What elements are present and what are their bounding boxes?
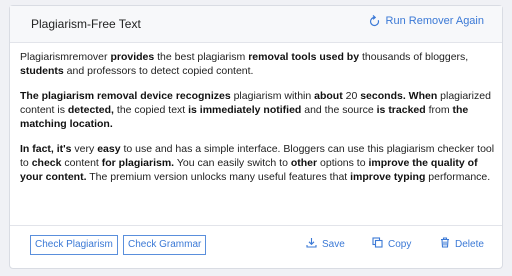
text-run: thousands of bloggers, [359, 51, 469, 63]
bold-text-run: removal tools used by [248, 51, 360, 63]
text-run: Plagiarismremover [20, 51, 111, 63]
text-run: content [61, 157, 102, 169]
text-run: You can easily switch to [174, 157, 291, 169]
delete-button[interactable]: Delete [440, 237, 484, 251]
delete-label: Delete [455, 238, 484, 250]
bold-text-run: easy [97, 143, 121, 155]
text-run: plagiarism within [230, 90, 315, 102]
bold-text-run: improve typing [350, 171, 426, 183]
text-run: 20 [342, 90, 361, 102]
card-footer: Check Plagiarism Check Grammar Save Copy [10, 225, 502, 268]
text-run: performance. [425, 171, 491, 183]
text-run: and professors to detect copied content. [63, 65, 254, 77]
text-run: the copied text [113, 104, 189, 116]
text-run: the best plagiarism [154, 51, 249, 63]
bold-text-run: is tracked [376, 104, 426, 116]
save-button[interactable]: Save [306, 237, 345, 251]
text-paragraph: Plagiarismremover provides the best plag… [20, 50, 496, 78]
bold-text-run: check [31, 157, 62, 169]
bold-text-run: students [20, 65, 64, 77]
bold-text-run: is immediately notified [188, 104, 302, 116]
bold-text-run: seconds. When [360, 90, 438, 102]
text-run: very [71, 143, 98, 155]
copy-button[interactable]: Copy [372, 237, 411, 251]
copy-icon [372, 237, 383, 251]
text-paragraph: In fact, it's very easy to use and has a… [20, 142, 496, 184]
run-remover-again-label: Run Remover Again [385, 15, 484, 27]
text-run: and the source [301, 104, 377, 116]
bold-text-run: other [290, 157, 318, 169]
bold-text-run: The plagiarism removal device recognizes [20, 90, 231, 102]
card-title: Plagiarism-Free Text [31, 17, 141, 31]
bold-text-run: In fact, it's [20, 143, 72, 155]
save-label: Save [322, 238, 345, 250]
bold-text-run: provides [110, 51, 155, 63]
text-run: options to [317, 157, 369, 169]
download-icon [306, 237, 317, 251]
refresh-icon [369, 15, 380, 27]
text-paragraph: The plagiarism removal device recognizes… [20, 89, 496, 131]
text-run: from [425, 104, 453, 116]
bold-text-run: about [314, 90, 343, 102]
text-run: The premium version unlocks many useful … [86, 171, 351, 183]
run-remover-again-button[interactable]: Run Remover Again [369, 15, 484, 27]
check-plagiarism-button[interactable]: Check Plagiarism [30, 235, 118, 255]
bold-text-run: for plagiarism. [101, 157, 175, 169]
output-text[interactable]: Plagiarismremover provides the best plag… [20, 50, 496, 195]
check-grammar-button[interactable]: Check Grammar [123, 235, 207, 255]
trash-icon [440, 237, 450, 251]
output-card: Plagiarism-Free Text Run Remover Again P… [9, 5, 503, 269]
card-header: Plagiarism-Free Text Run Remover Again [10, 6, 502, 43]
copy-label: Copy [388, 238, 412, 250]
bold-text-run: detected, [67, 104, 114, 116]
